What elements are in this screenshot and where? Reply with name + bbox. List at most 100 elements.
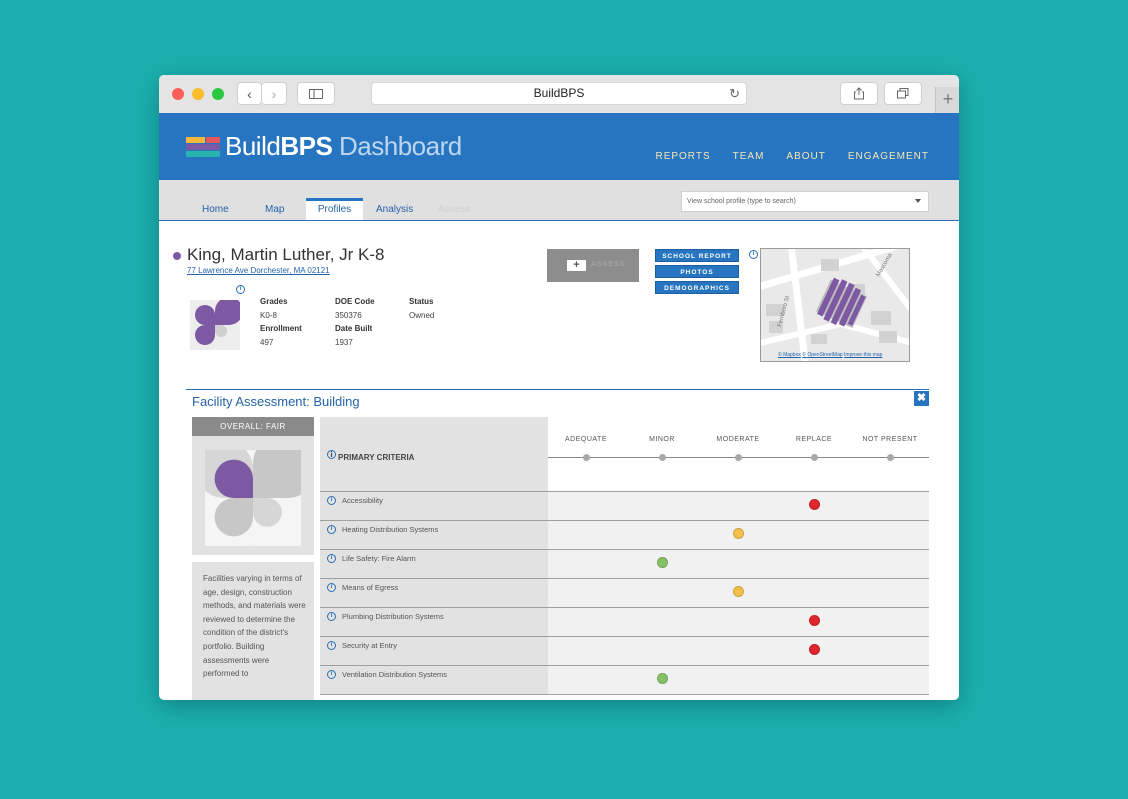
rating-dot [656,673,668,684]
nav-reports[interactable]: REPORTS [655,151,710,162]
tabs-icon [897,88,909,99]
mapbox-link[interactable]: © Mapbox [778,352,801,358]
criteria-label-cell: i Accessibility [320,492,548,520]
criteria-rating-cell [548,637,929,665]
share-icon [854,87,864,100]
criteria-label-cell: i Ventilation Distribution Systems [320,666,548,694]
attr-value: 350376 [335,311,362,320]
scale-tick [582,454,590,461]
rating-dot [808,499,820,510]
site-header: BuildBPS Dashboard REPORTS TEAM ABOUT EN… [159,113,959,180]
criteria-row: i Security at Entry [320,636,929,665]
school-address-link[interactable]: 77 Lawrence Ave Dorchester, MA 02121 [187,266,330,275]
browser-window: ‹ › BuildBPS ↻ + BuildBPS Dashboard REPO… [159,75,959,700]
close-window-button[interactable] [172,88,184,100]
plus-icon: + [942,89,954,109]
criteria-rating-cell [548,579,929,607]
add-assessment-button[interactable]: + ASSESS [547,249,639,282]
info-icon[interactable]: i [236,285,245,294]
primary-criteria-label: PRIMARY CRITERIA [338,453,415,462]
tab-analysis[interactable]: Analysis [364,200,425,220]
criteria-label-cell: i Means of Egress [320,579,548,607]
plus-icon: + [567,260,586,271]
criteria-label: Life Safety: Fire Alarm [342,554,416,563]
rating-dot [808,615,820,626]
forward-button[interactable]: › [262,82,287,105]
criteria-label: Ventilation Distribution Systems [342,670,448,679]
tab-map[interactable]: Map [253,200,296,220]
criteria-label-cell: i Heating Distribution Systems [320,521,548,549]
criteria-label-cell: i Plumbing Distribution Systems [320,608,548,636]
nav-engagement[interactable]: ENGAGEMENT [848,151,929,162]
scale-tick [886,454,894,461]
attr-doe-code: DOE Code 350376 [335,297,375,320]
new-tab-button[interactable]: + [935,87,959,113]
scale-tick [658,454,666,461]
criteria-header: i PRIMARY CRITERIA ADEQUATE MINOR MODERA… [320,417,929,491]
column-replace: REPLACE [795,436,833,443]
info-icon[interactable]: i [327,554,336,563]
improve-map-link[interactable]: Improve this map [844,352,882,358]
map-attribution: © Mapbox © OpenStreetMap Improve this ma… [778,352,882,358]
demographics-button[interactable]: DEMOGRAPHICS [655,281,739,294]
search-placeholder: View school profile (type to search) [687,198,796,205]
info-icon[interactable]: i [327,670,336,679]
criteria-rating-cell [548,521,929,549]
rating-dot [656,557,668,568]
share-button[interactable] [840,82,878,105]
attr-grades: Grades K0-8 [260,297,288,320]
tabs-overview-button[interactable] [884,82,922,105]
info-icon[interactable]: i [327,496,336,505]
attr-label: Enrollment [260,324,302,333]
brand-bps: BPS [280,131,333,161]
photos-button[interactable]: PHOTOS [655,265,739,278]
reload-icon[interactable]: ↻ [729,83,740,104]
tab-profiles[interactable]: Profiles [306,198,363,220]
info-icon[interactable]: i [327,525,336,534]
scale-tick [734,454,742,461]
osm-link[interactable]: © OpenStreetMap [802,352,842,358]
attr-value: 497 [260,338,274,347]
criteria-label: Means of Egress [342,583,399,592]
criteria-rating-cell [548,666,929,694]
rating-dot [808,644,820,655]
close-assessment-button[interactable]: ✖ [914,391,929,406]
tab-home[interactable]: Home [190,200,241,220]
chevron-right-icon: › [271,85,277,102]
criteria-row: i Life Safety: Fire Alarm [320,549,929,578]
tab-assess[interactable]: Assess [426,200,482,220]
nav-team[interactable]: TEAM [733,151,765,162]
sidebar-toggle-button[interactable] [297,82,335,105]
minimize-window-button[interactable] [192,88,204,100]
info-icon[interactable]: i [327,583,336,592]
school-report-button[interactable]: SCHOOL REPORT [655,249,739,262]
criteria-rating-cell [548,492,929,520]
scale-tick [810,454,818,461]
info-icon[interactable]: i [327,450,336,459]
criteria-label: Security at Entry [342,641,398,650]
criteria-header-label-cell: i PRIMARY CRITERIA [320,417,548,491]
attr-value: 1937 [335,338,353,347]
criteria-label: Heating Distribution Systems [342,525,439,534]
school-search-select[interactable]: View school profile (type to search) [681,191,929,212]
brand-build: Build [225,131,281,161]
school-location-map[interactable]: Fernboro St Mascoma © Mapbox © OpenStree… [760,248,910,362]
add-assessment-label: ASSESS [591,261,626,268]
nav-about[interactable]: ABOUT [786,151,825,162]
address-bar[interactable]: BuildBPS ↻ [371,82,747,105]
site-logo-text[interactable]: BuildBPS Dashboard [225,131,462,162]
rating-flower-small-icon [190,300,240,350]
attr-value: Owned [409,311,435,320]
info-icon[interactable]: i [749,250,758,259]
overall-rating: OVERALL: FAIR [192,417,314,436]
attr-label: Status [409,297,434,306]
info-icon[interactable]: i [327,641,336,650]
info-icon[interactable]: i [327,612,336,621]
column-minor: MINOR [649,436,675,443]
rating-scale-header: ADEQUATE MINOR MODERATE REPLACE NOT PRES… [548,417,929,491]
attr-status: Status Owned [409,297,434,320]
criteria-rating-cell [548,550,929,578]
zoom-window-button[interactable] [212,88,224,100]
back-button[interactable]: ‹ [237,82,262,105]
overall-rating-panel: OVERALL: FAIR [192,417,314,555]
